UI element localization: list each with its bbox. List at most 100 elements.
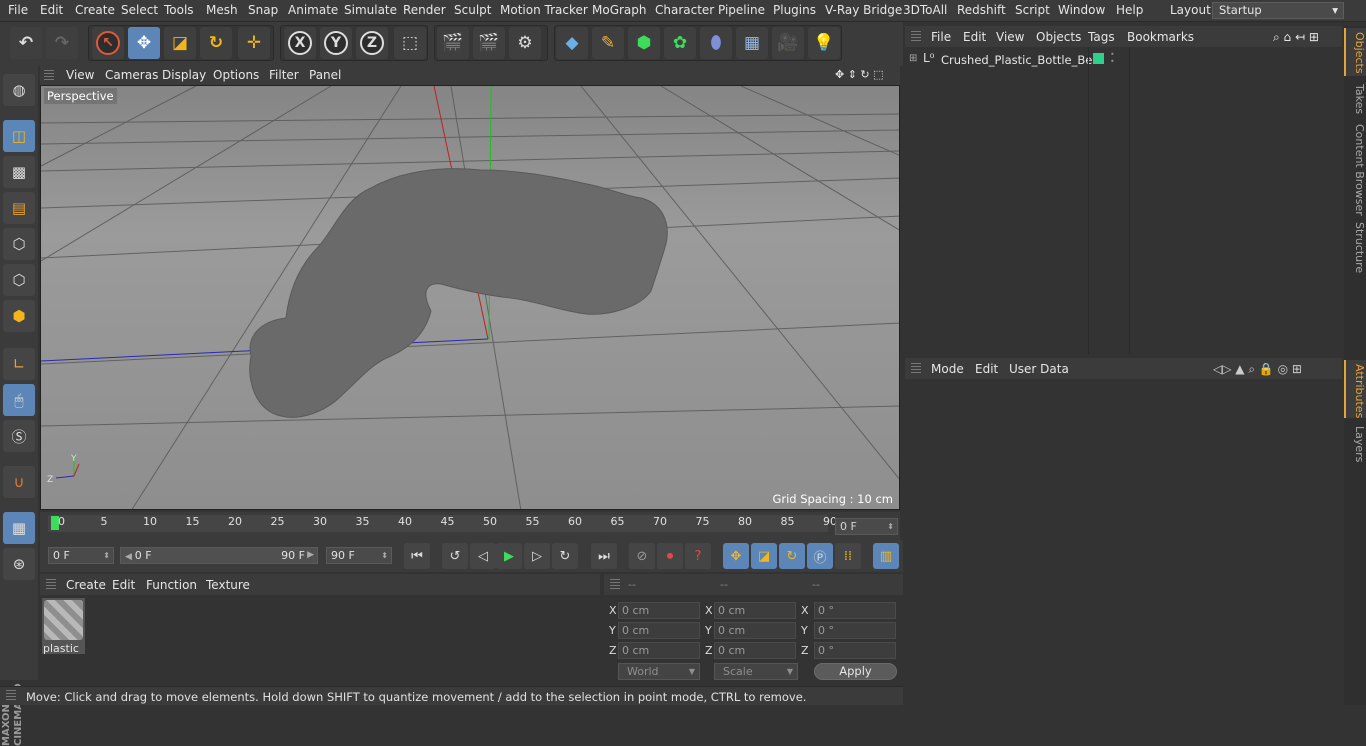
menu-item-help[interactable]: Help: [1116, 3, 1143, 17]
key-scale-icon[interactable]: ◪: [751, 543, 777, 569]
menu-item-tools[interactable]: Tools: [164, 3, 194, 17]
attribute-menu-mode[interactable]: Mode: [931, 362, 964, 376]
object-menu-tags[interactable]: Tags: [1088, 30, 1115, 44]
make-editable-icon[interactable]: ◍: [3, 74, 35, 106]
menu-item-redshift[interactable]: Redshift: [957, 3, 1006, 17]
transform-tool-button[interactable]: ✛: [238, 27, 270, 59]
start-frame-field[interactable]: 0 F ⬍: [48, 547, 114, 564]
next-frame-button[interactable]: ▷: [524, 543, 550, 569]
object-menu-edit[interactable]: Edit: [963, 30, 986, 44]
object-menu-objects[interactable]: Objects: [1036, 30, 1081, 44]
panel-grip[interactable]: [46, 579, 56, 591]
rotation-y-field[interactable]: 0 °: [814, 622, 896, 639]
menu-item-select[interactable]: Select: [121, 3, 158, 17]
undo-button[interactable]: ↶: [10, 27, 42, 59]
panel-grip[interactable]: [44, 70, 54, 82]
position-x-field[interactable]: 0 cm: [618, 602, 700, 619]
panel-grip[interactable]: [610, 579, 620, 591]
transform-mode-dropdown[interactable]: Scale ▼: [714, 663, 798, 680]
texture-mode-icon[interactable]: ▩: [3, 156, 35, 188]
menu-item-v-ray-bridge[interactable]: V-Ray Bridge: [825, 3, 902, 17]
menu-item-3dtoall[interactable]: 3DToAll: [903, 3, 947, 17]
y-axis-lock-button[interactable]: Y: [320, 27, 352, 59]
attribute-nav-icons[interactable]: ◁▷ ▲ ⌕ 🔒 ◎ ⊞: [1213, 362, 1302, 377]
size-y-field[interactable]: 0 cm: [714, 622, 796, 639]
snap-settings-icon[interactable]: ▦: [3, 512, 35, 544]
menu-item-motion-tracker[interactable]: Motion Tracker: [500, 3, 588, 17]
viewport-menu-panel[interactable]: Panel: [309, 68, 341, 82]
autokey-icon[interactable]: ⏺: [657, 543, 683, 569]
menu-item-simulate[interactable]: Simulate: [344, 3, 397, 17]
current-frame-field[interactable]: 0 F ⬍: [835, 518, 898, 535]
menu-item-sculpt[interactable]: Sculpt: [454, 3, 491, 17]
viewport-menu-options[interactable]: Options: [213, 68, 259, 82]
material-menu-create[interactable]: Create: [66, 578, 106, 592]
edges-mode-icon[interactable]: ⬡: [3, 264, 35, 296]
menu-item-snap[interactable]: Snap: [248, 3, 278, 17]
timeline-bar[interactable]: 0 5 10 15 20 25 30 35 40 45 50 55 60 65 70 75 80 85 90: [48, 515, 837, 532]
lock-workplane-icon[interactable]: ⊛: [3, 548, 35, 580]
tab-takes[interactable]: Takes: [1344, 80, 1366, 118]
menu-item-animate[interactable]: Animate: [288, 3, 338, 17]
previous-frame-button[interactable]: ◁: [470, 543, 496, 569]
key-pla-icon[interactable]: ⁞⁞: [835, 543, 861, 569]
material-swatch[interactable]: plastic: [42, 598, 85, 655]
coordinate-space-dropdown[interactable]: World ▼: [618, 663, 700, 680]
render-picture-viewer-icon[interactable]: 🎬: [473, 27, 505, 59]
size-z-field[interactable]: 0 cm: [714, 642, 796, 659]
redo-button[interactable]: ↷: [46, 27, 78, 59]
menu-item-edit[interactable]: Edit: [40, 3, 63, 17]
viewport-menu-view[interactable]: View: [66, 68, 94, 82]
expand-icon[interactable]: ⊞: [909, 53, 917, 64]
solo-mode-icon[interactable]: Ⓢ: [3, 420, 35, 452]
tab-layers[interactable]: Layers: [1344, 422, 1366, 462]
viewport-menu-display[interactable]: Display: [162, 68, 206, 82]
coordinate-system-button[interactable]: ⬚: [394, 27, 426, 59]
rotate-tool-button[interactable]: ↻: [200, 27, 232, 59]
menu-item-file[interactable]: File: [8, 3, 28, 17]
position-y-field[interactable]: 0 cm: [618, 622, 700, 639]
floor-icon[interactable]: ▦: [736, 27, 768, 59]
attribute-menu-user-data[interactable]: User Data: [1009, 362, 1069, 376]
go-to-end-button[interactable]: ⏭: [591, 543, 617, 569]
render-settings-icon[interactable]: ⚙: [509, 27, 541, 59]
menu-item-plugins[interactable]: Plugins: [773, 3, 816, 17]
object-menu-view[interactable]: View: [996, 30, 1024, 44]
object-menu-file[interactable]: File: [931, 30, 951, 44]
panel-grip[interactable]: [911, 31, 921, 43]
visibility-dots-icon[interactable]: • •: [1110, 51, 1115, 66]
points-mode-icon[interactable]: ⬡: [3, 228, 35, 260]
light-icon[interactable]: 💡: [808, 27, 840, 59]
timeline-ruler[interactable]: 0 5 10 15 20 25 30 35 40 45 50 55 60 65 70 75 80 85 90 0 F…: [40, 512, 900, 540]
menu-item-render[interactable]: Render: [403, 3, 446, 17]
panel-grip[interactable]: [6, 690, 16, 702]
model-mode-icon[interactable]: ◫: [3, 120, 35, 152]
scale-tool-button[interactable]: ◪: [164, 27, 196, 59]
cube-icon[interactable]: ◆: [556, 27, 588, 59]
tab-structure[interactable]: Structure: [1344, 218, 1366, 273]
object-row[interactable]: ⊞ L⁰ Crushed_Plastic_Bottle_Bent • •: [905, 50, 1342, 68]
preview-range-slider[interactable]: ◀ 0 F 90 F ▶: [120, 547, 318, 564]
deformer-icon[interactable]: ⬮: [700, 27, 732, 59]
menu-item-mesh[interactable]: Mesh: [206, 3, 238, 17]
attribute-menu-edit[interactable]: Edit: [975, 362, 998, 376]
menu-item-window[interactable]: Window: [1058, 3, 1105, 17]
perspective-viewport[interactable]: Y Z Perspective Grid Spacing : 10 cm: [40, 85, 900, 510]
live-selection-button[interactable]: ↖: [92, 27, 124, 59]
menu-item-create[interactable]: Create: [75, 3, 115, 17]
tab-objects[interactable]: Objects: [1344, 28, 1366, 76]
material-menu-edit[interactable]: Edit: [112, 578, 135, 592]
object-menu-bookmarks[interactable]: Bookmarks: [1127, 30, 1194, 44]
menu-item-pipeline[interactable]: Pipeline: [718, 3, 765, 17]
render-view-icon[interactable]: 🎬: [437, 27, 469, 59]
viewport-nav-icons[interactable]: ✥ ⇕ ↻ ⬚: [835, 68, 884, 81]
subdivision-icon[interactable]: ⬢: [628, 27, 660, 59]
material-menu-texture[interactable]: Texture: [206, 578, 250, 592]
camera-icon[interactable]: 🎥: [772, 27, 804, 59]
cloner-icon[interactable]: ✿: [664, 27, 696, 59]
layout-dropdown[interactable]: Startup ▾: [1212, 2, 1344, 19]
size-x-field[interactable]: 0 cm: [714, 602, 796, 619]
key-rotation-icon[interactable]: ↻: [779, 543, 805, 569]
go-to-start-button[interactable]: ⏮: [404, 543, 430, 569]
menu-item-script[interactable]: Script: [1015, 3, 1050, 17]
